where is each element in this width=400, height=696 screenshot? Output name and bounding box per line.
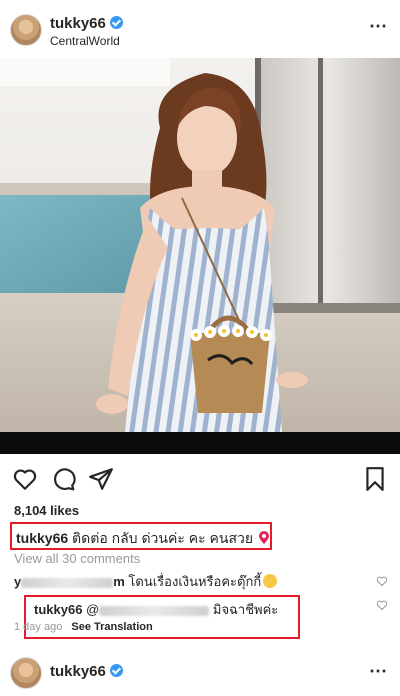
caption-username[interactable]: tukky66 bbox=[16, 530, 68, 546]
comment-username-tail[interactable]: m bbox=[113, 574, 125, 589]
comment-text: โดนเรื่องเงินหรือคะตุ๊กกี้ bbox=[128, 574, 262, 589]
verified-icon bbox=[110, 664, 123, 677]
avatar[interactable] bbox=[10, 14, 42, 46]
smile-emoji-icon bbox=[263, 574, 278, 588]
post-location[interactable]: CentralWorld bbox=[50, 34, 120, 48]
comment-username-partial[interactable]: y bbox=[14, 574, 21, 589]
post-username[interactable]: tukky66 bbox=[50, 15, 106, 32]
reply-mention[interactable]: @ bbox=[86, 602, 99, 617]
action-bar bbox=[0, 462, 400, 494]
more-icon[interactable]: ⋯ bbox=[369, 16, 388, 37]
post-caption: tukky66 ติดต่อ กลับ ด่วนค่ะ คะ คนสวย bbox=[16, 528, 269, 550]
post-photo-illustration bbox=[0, 58, 400, 432]
location-pin-icon bbox=[258, 531, 269, 544]
share-icon[interactable] bbox=[88, 466, 114, 492]
caption-text: ติดต่อ กลับ ด่วนค่ะ คะ คนสวย bbox=[72, 530, 254, 546]
likes-count[interactable]: 8,104 likes bbox=[14, 503, 79, 518]
redacted-mention bbox=[99, 605, 210, 616]
reply-like-heart-icon[interactable] bbox=[376, 599, 388, 611]
bookmark-icon[interactable] bbox=[362, 466, 388, 492]
avatar[interactable] bbox=[10, 657, 42, 689]
verified-icon bbox=[110, 16, 123, 29]
photo-bottom-bar bbox=[0, 432, 400, 454]
post-photo[interactable] bbox=[0, 58, 400, 432]
heart-icon[interactable] bbox=[12, 466, 38, 492]
reply-text: มิจฉาชีพค่ะ bbox=[212, 602, 279, 617]
next-post-username[interactable]: tukky66 bbox=[50, 663, 106, 680]
see-translation-link[interactable]: See Translation bbox=[71, 621, 152, 633]
reply-time: 1 day ago bbox=[14, 621, 63, 633]
comment-item: y m โดนเรื่องเงินหรือคะตุ๊กกี้ bbox=[14, 571, 278, 592]
comment-like-heart-icon[interactable] bbox=[376, 575, 388, 587]
next-post-header: tukky66 ⋯ bbox=[0, 655, 400, 696]
redacted-username bbox=[21, 577, 114, 588]
reply-meta: 1 day ago See Translation bbox=[14, 621, 153, 633]
comment-icon[interactable] bbox=[50, 466, 76, 492]
more-icon[interactable]: ⋯ bbox=[369, 661, 388, 682]
reply-username[interactable]: tukky66 bbox=[34, 602, 82, 617]
reply-item: tukky66 @ มิจฉาชีพค่ะ bbox=[34, 599, 278, 620]
view-all-comments[interactable]: View all 30 comments bbox=[14, 551, 140, 566]
post-header: tukky66 CentralWorld ⋯ bbox=[0, 0, 400, 58]
